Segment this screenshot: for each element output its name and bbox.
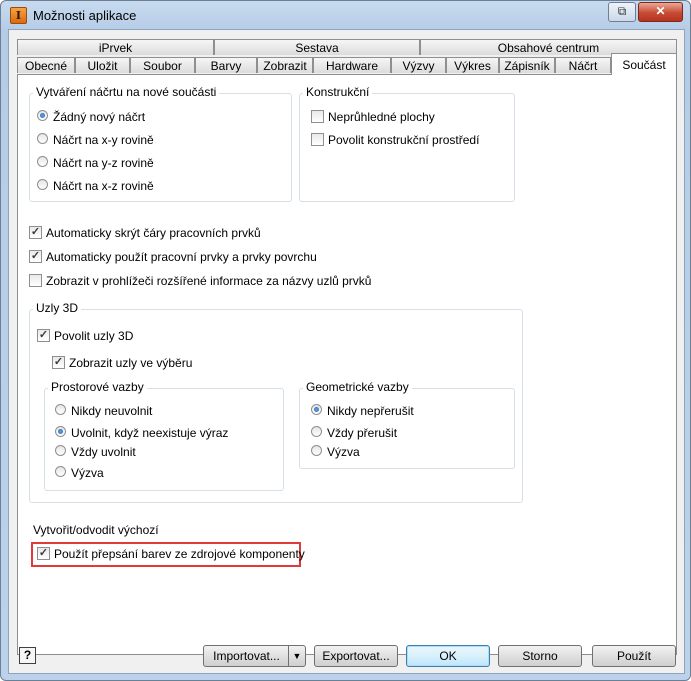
radio-indicator xyxy=(311,445,322,456)
tab-display[interactable]: Zobrazit xyxy=(257,57,313,73)
tab-row-front: Obecné Uložit Soubor Barvy Zobrazit Hard… xyxy=(17,53,677,75)
spatial-group-label: Prostorové vazby xyxy=(48,380,147,394)
nodes3d-group-label: Uzly 3D xyxy=(33,301,82,315)
checkbox-box xyxy=(311,133,324,146)
part-tab-panel: Vytváření náčrtu na nové součásti Žádný … xyxy=(17,74,677,655)
checkmark-icon: ✓ xyxy=(29,250,42,263)
title-bar[interactable]: I Možnosti aplikace ⧉ ✕ xyxy=(1,1,690,29)
sketch-group-label: Vytváření náčrtu na nové součásti xyxy=(33,85,220,99)
restore-button[interactable]: ⧉ xyxy=(608,2,636,22)
checkbox-box xyxy=(29,274,42,287)
inventor-app-icon: I xyxy=(10,7,27,24)
radio-indicator xyxy=(37,133,48,144)
tab-save[interactable]: Uložit xyxy=(75,57,130,73)
export-button[interactable]: Exportovat... xyxy=(314,645,398,667)
radio-indicator xyxy=(55,466,66,477)
close-icon: ✕ xyxy=(655,4,666,18)
radio-indicator xyxy=(311,426,322,437)
tab-assembly[interactable]: Sestava xyxy=(214,39,420,55)
window-title: Možnosti aplikace xyxy=(33,8,137,23)
tab-file[interactable]: Soubor xyxy=(130,57,195,73)
checkbox-box xyxy=(311,110,324,123)
chevron-down-icon[interactable]: ▼ xyxy=(288,646,305,666)
apply-button[interactable]: Použít xyxy=(592,645,676,667)
options-dialog: I Možnosti aplikace ⧉ ✕ iPrvek Sestava O… xyxy=(0,0,691,681)
tab-prompts[interactable]: Výzvy xyxy=(391,57,446,73)
help-button[interactable]: ? xyxy=(19,647,36,664)
geometric-group-label: Geometrické vazby xyxy=(303,380,412,394)
dialog-client: iPrvek Sestava Obsahové centrum Obecné U… xyxy=(8,29,685,674)
construction-group-label: Konstrukční xyxy=(303,85,373,99)
tab-hardware[interactable]: Hardware xyxy=(313,57,391,73)
checkmark-icon: ✓ xyxy=(37,329,50,342)
checkmark-icon: ✓ xyxy=(37,547,50,560)
ok-button[interactable]: OK xyxy=(406,645,490,667)
tab-general[interactable]: Obecné xyxy=(17,57,75,73)
help-icon: ? xyxy=(23,648,32,662)
tab-drawing[interactable]: Výkres xyxy=(446,57,499,73)
checkmark-icon: ✓ xyxy=(29,226,42,239)
tab-colors[interactable]: Barvy xyxy=(195,57,257,73)
checkmark-icon: ✓ xyxy=(52,356,65,369)
restore-icon: ⧉ xyxy=(617,4,627,18)
tab-notebook[interactable]: Zápisník xyxy=(499,57,555,73)
radio-indicator xyxy=(37,156,48,167)
derive-label: Vytvořit/odvodit výchozí xyxy=(33,523,159,537)
radio-indicator xyxy=(37,110,48,121)
tab-part[interactable]: Součást xyxy=(611,53,677,75)
import-button[interactable]: Importovat... ▼ xyxy=(203,645,306,667)
radio-indicator xyxy=(311,404,322,415)
close-button[interactable]: ✕ xyxy=(638,2,683,22)
radio-indicator xyxy=(37,179,48,190)
tab-ipart[interactable]: iPrvek xyxy=(17,39,214,55)
radio-indicator xyxy=(55,404,66,415)
tab-row-back: iPrvek Sestava Obsahové centrum xyxy=(17,39,677,57)
radio-indicator xyxy=(55,445,66,456)
radio-indicator xyxy=(55,426,66,437)
tab-sketch[interactable]: Náčrt xyxy=(555,57,611,73)
cancel-button[interactable]: Storno xyxy=(498,645,582,667)
